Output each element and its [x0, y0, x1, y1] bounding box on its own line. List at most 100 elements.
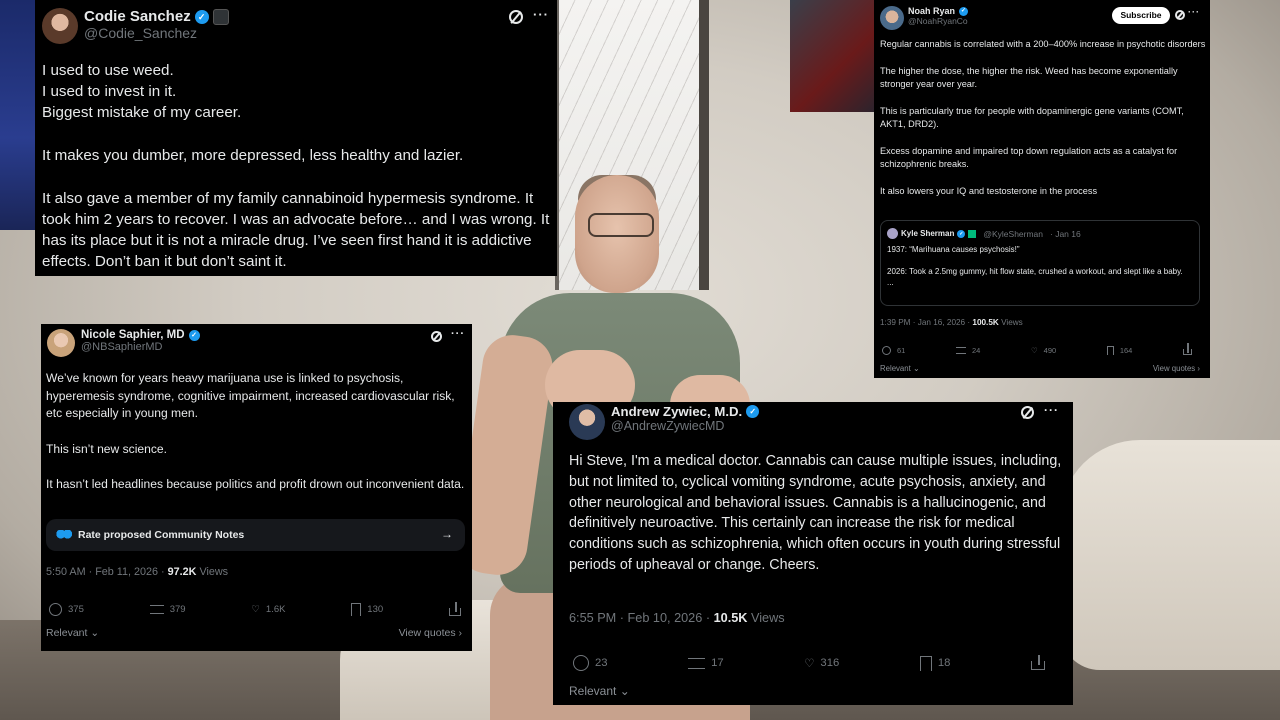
tweet-paragraph: It hasn’t led headlines because politics…: [46, 477, 465, 491]
share-icon: [448, 601, 461, 616]
tweet-paragraph: Regular cannabis is correlated with a 20…: [880, 39, 1206, 49]
grok-icon[interactable]: [431, 331, 442, 342]
tweet-text: Hi Steve, I'm a medical doctor. Cannabis…: [569, 451, 1064, 576]
bookmark-icon: [1106, 346, 1114, 355]
affiliation-badge-icon: [968, 229, 977, 238]
bookmark-button[interactable]: 164: [1106, 346, 1132, 355]
author-name[interactable]: Noah Ryan: [908, 6, 955, 16]
tweet-paragraph: We’ve known for years heavy marijuana us…: [46, 371, 455, 420]
tweet-header: Codie Sanchez ✓ @Codie_Sanchez: [42, 8, 229, 44]
avatar[interactable]: [47, 329, 75, 357]
author-name[interactable]: Andrew Zywiec, M.D.: [611, 404, 742, 419]
tweet-text: We’ve known for years heavy marijuana us…: [46, 370, 466, 494]
avatar[interactable]: [880, 6, 904, 30]
verified-badge-icon: ✓: [957, 229, 966, 238]
like-button[interactable]: ♡ 316: [804, 655, 839, 671]
relevant-sort-button[interactable]: Relevant ⌄: [880, 364, 920, 373]
tweet-timestamp[interactable]: 1:39 PM · Jan 16, 2026 · 100.5K Views: [880, 318, 1023, 327]
relevant-sort-button[interactable]: Relevant ⌄: [46, 627, 99, 639]
view-quotes-link[interactable]: View quotes ›: [399, 627, 462, 639]
author-handle[interactable]: @NBSaphierMD: [81, 341, 200, 353]
action-bar: 375 379 ♡ 1.6K 130: [49, 601, 461, 616]
tweet-paragraph: It also gave a member of my family canna…: [42, 190, 550, 270]
repost-icon: [955, 347, 966, 354]
author-name[interactable]: Nicole Saphier, MD: [81, 329, 185, 341]
author-handle[interactable]: @AndrewZywiecMD: [611, 419, 759, 433]
share-icon: [1030, 655, 1045, 670]
view-count: 100.5K: [972, 318, 999, 327]
tweet-paragraph: Hi Steve, I'm a medical doctor. Cannabis…: [569, 453, 1062, 573]
heart-icon: ♡: [251, 604, 260, 615]
quoted-author-handle: @KyleSherman: [983, 228, 1044, 239]
view-quotes-link[interactable]: View quotes ›: [1153, 364, 1200, 373]
grok-icon[interactable]: [1021, 406, 1034, 419]
action-bar: 23 17 ♡ 316 18: [573, 655, 1045, 671]
repost-icon: [149, 605, 164, 614]
repost-button[interactable]: 17: [688, 655, 724, 671]
heart-icon: ♡: [1030, 346, 1038, 355]
tweet-card-nicole: Nicole Saphier, MD ✓ @NBSaphierMD ··· We…: [41, 324, 472, 651]
tweet-timestamp[interactable]: 6:55 PM · Feb 10, 2026 · 10.5K Views: [569, 611, 785, 625]
grok-icon[interactable]: [509, 10, 523, 24]
reply-icon: [49, 603, 62, 616]
quoted-date: · Jan 16: [1050, 228, 1081, 239]
repost-button[interactable]: 24: [955, 346, 980, 355]
tweet-paragraph: It makes you dumber, more depressed, les…: [42, 147, 464, 164]
relevant-sort-button[interactable]: Relevant ⌄: [569, 684, 630, 698]
tweet-paragraph: It also lowers your IQ and testosterone …: [880, 185, 1098, 196]
chevron-down-icon: ⌄: [90, 627, 100, 639]
tweet-line: I used to invest in it.: [42, 83, 177, 100]
more-icon[interactable]: ···: [1044, 403, 1059, 417]
tweet-timestamp[interactable]: 5:50 AM · Feb 11, 2026 · 97.2K Views: [46, 566, 228, 578]
chevron-right-icon: ›: [458, 627, 463, 639]
tweet-line: I used to use weed.: [42, 62, 174, 79]
subscribe-button[interactable]: Subscribe: [1112, 7, 1170, 24]
community-notes-button[interactable]: Rate proposed Community Notes →: [46, 519, 465, 551]
tweet-text: I used to use weed. I used to invest in …: [42, 60, 552, 272]
share-icon: [1182, 343, 1192, 355]
grok-icon[interactable]: [1175, 10, 1185, 20]
quoted-line: ...: [887, 278, 894, 287]
tweet-card-noah: Noah Ryan ✓ @NoahRyanCo Subscribe ··· Re…: [874, 0, 1210, 378]
repost-button[interactable]: 379: [149, 603, 186, 616]
like-button[interactable]: ♡ 1.6K: [251, 603, 285, 616]
more-icon[interactable]: ···: [1188, 7, 1200, 17]
like-button[interactable]: ♡ 490: [1031, 346, 1056, 355]
quoted-tweet[interactable]: Kyle Sherman ✓ @KyleSherman · Jan 16 193…: [880, 220, 1200, 306]
avatar[interactable]: [42, 8, 78, 44]
reply-button[interactable]: 61: [882, 346, 905, 355]
more-icon[interactable]: ···: [533, 7, 549, 22]
author-handle[interactable]: @Codie_Sanchez: [84, 25, 229, 41]
quoted-avatar: [887, 228, 898, 239]
bookmark-button[interactable]: 130: [351, 603, 383, 616]
author-name[interactable]: Codie Sanchez: [84, 8, 191, 25]
community-notes-label: Rate proposed Community Notes: [78, 529, 245, 541]
arrow-right-icon: →: [441, 527, 453, 541]
tweet-header: Noah Ryan ✓ @NoahRyanCo: [880, 6, 969, 30]
tweet-paragraph: The higher the dose, the higher the risk…: [880, 65, 1178, 90]
share-button[interactable]: [1030, 655, 1045, 671]
avatar[interactable]: [569, 404, 605, 440]
reply-icon: [573, 655, 589, 671]
share-button[interactable]: [448, 601, 461, 616]
tweet-card-andrew: Andrew Zywiec, M.D. ✓ @AndrewZywiecMD ··…: [553, 402, 1073, 705]
bookmark-icon: [351, 603, 362, 616]
tweet-footer: Relevant ⌄ View quotes ›: [880, 364, 1200, 373]
bookmark-icon: [919, 655, 932, 671]
verified-badge-icon: ✓: [194, 9, 209, 24]
more-icon[interactable]: ···: [451, 328, 465, 340]
tweet-header: Andrew Zywiec, M.D. ✓ @AndrewZywiecMD: [569, 404, 760, 440]
tweet-paragraph: This is particularly true for people wit…: [880, 105, 1184, 130]
people-icon: [56, 530, 72, 540]
share-button[interactable]: [1182, 343, 1192, 355]
reply-button[interactable]: 375: [49, 603, 84, 616]
tweet-card-codie: Codie Sanchez ✓ @Codie_Sanchez ··· I use…: [35, 0, 557, 276]
affiliation-badge-icon: [212, 8, 229, 25]
view-count: 97.2K: [167, 566, 197, 578]
verified-badge-icon: ✓: [188, 329, 200, 341]
author-handle[interactable]: @NoahRyanCo: [908, 16, 968, 26]
bookmark-button[interactable]: 18: [919, 655, 950, 671]
view-count: 10.5K: [713, 611, 748, 625]
verified-badge-icon: ✓: [746, 405, 760, 418]
reply-button[interactable]: 23: [573, 655, 608, 671]
